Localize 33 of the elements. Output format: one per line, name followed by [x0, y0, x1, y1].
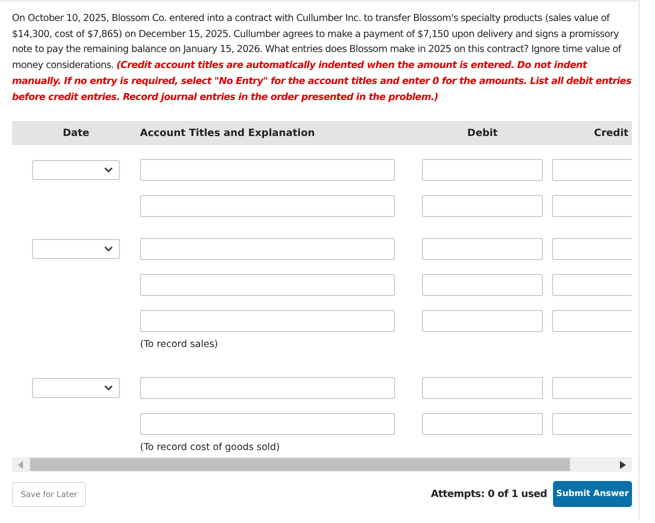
account-title-field[interactable] [140, 310, 395, 332]
debit-field[interactable] [422, 238, 543, 260]
scroll-left-icon[interactable] [18, 460, 24, 469]
chevron-down-icon [104, 167, 113, 174]
attempts-text: Attempts: 0 of 1 used [430, 488, 547, 500]
column-header: Date [62, 128, 90, 139]
date-dropdown[interactable] [32, 160, 120, 180]
debit-field[interactable] [422, 195, 543, 218]
debit-field[interactable] [422, 159, 543, 182]
entry-explanation: (To record cost of goods sold) [140, 442, 280, 454]
debit-field[interactable] [422, 413, 543, 436]
account-title-field[interactable] [140, 413, 395, 436]
account-title-field[interactable] [140, 274, 395, 296]
date-dropdown[interactable] [32, 378, 120, 398]
entry-explanation: (To record sales) [140, 339, 218, 350]
debit-field[interactable] [422, 310, 543, 332]
debit-field[interactable] [422, 274, 543, 296]
date-dropdown[interactable] [32, 239, 120, 260]
account-title-field[interactable] [140, 159, 395, 182]
scroll-right-icon[interactable] [620, 460, 626, 469]
chevron-down-icon [104, 385, 113, 392]
account-title-field[interactable] [140, 195, 395, 218]
column-header: Debit [466, 128, 499, 139]
horizontal-scrollbar[interactable] [12, 457, 632, 472]
column-header: Account Titles and Explanation [140, 128, 316, 139]
save-for-later-button[interactable]: Save for Later [12, 482, 86, 507]
column-header: Credit [593, 128, 630, 139]
question-text: On October 10, 2025, Blossom Co. entered into a contract with Cullumber Inc. to transfer Blossom's specialty products (sales value of $14,300, cost of $7,865) on December 15, 2025. Cullumber agrees to make a payment of $7,150 upon delivery and signs a promissory note to pay the remaining balance on January 15, 2026. What entries does Blossom make in 2025 on this contract? Ignore time value of money considerations. (Credit account titles are automatically indented when the amount is entered. Do not indent manually. If no entry is required, select "No Entry" for the account titles and enter 0 for the amounts. List all debit entries before credit entries. Record journal entries in the order presented in the problem.) [12, 12, 632, 105]
account-title-field[interactable] [140, 377, 395, 400]
account-title-field[interactable] [140, 238, 395, 260]
chevron-down-icon [104, 246, 113, 252]
submit-answer-button[interactable]: Submit Answer [553, 481, 632, 508]
debit-field[interactable] [422, 377, 543, 400]
